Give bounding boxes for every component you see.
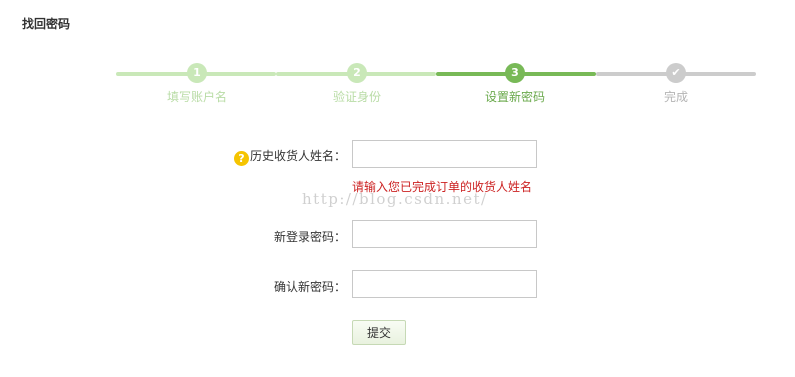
step-label-3: 设置新密码: [484, 90, 545, 104]
confirm-password-input[interactable]: [352, 270, 537, 298]
step-label-1: 填写账户名: [166, 90, 227, 104]
checkmark-icon: ✔: [666, 63, 686, 83]
step-number-1: 1: [187, 63, 207, 83]
step-complete: ✔ 完成: [616, 62, 736, 105]
consignee-name-label-text: 历史收货人姓名：: [249, 149, 346, 163]
submit-button[interactable]: 提交: [352, 320, 406, 345]
consignee-name-input[interactable]: [352, 140, 537, 168]
step-label-2: 验证身份: [332, 90, 381, 104]
page: 找回密码 1 填写账户名 2 验证身份 3 设置新密码 ✔ 完成 ? 历史收货人姓…: [0, 0, 795, 377]
page-title: 找回密码: [22, 17, 71, 31]
step-label-4: 完成: [663, 90, 688, 104]
new-password-label: 新登录密码：: [273, 230, 346, 244]
progress-stepper: 1 填写账户名 2 验证身份 3 设置新密码 ✔ 完成: [116, 62, 756, 106]
step-number-2: 2: [347, 63, 367, 83]
confirm-password-label: 确认新密码：: [273, 280, 346, 294]
step-verify-identity: 2 验证身份: [297, 62, 417, 105]
new-password-input[interactable]: [352, 220, 537, 248]
step-fill-account: 1 填写账户名: [137, 62, 257, 105]
consignee-name-label: ? 历史收货人姓名：: [233, 147, 346, 166]
watermark: http://blog.csdn.net/: [302, 190, 488, 208]
step-number-3: 3: [505, 63, 525, 83]
step-set-new-password: 3 设置新密码: [455, 62, 575, 105]
help-icon[interactable]: ?: [233, 151, 249, 166]
